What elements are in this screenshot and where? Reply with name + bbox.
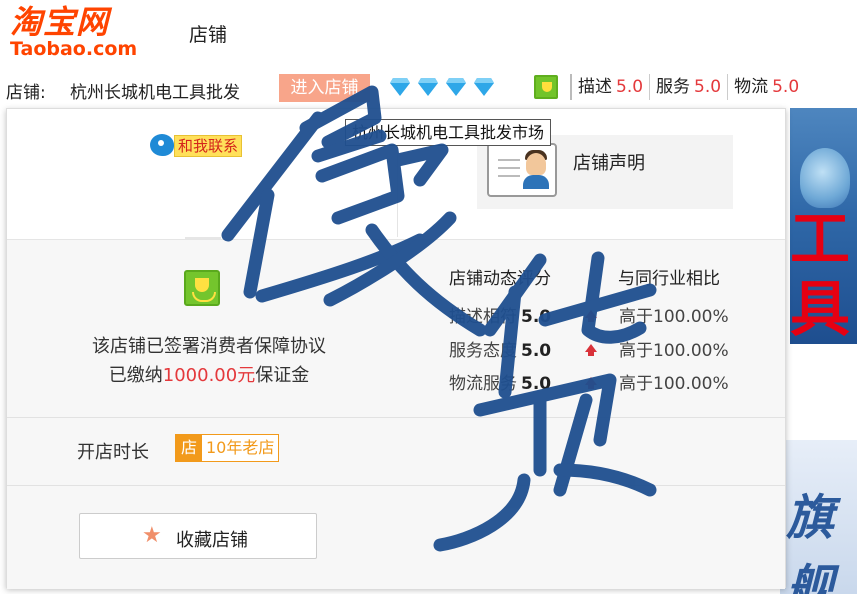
rating-value: 5.0: [694, 77, 722, 97]
shop-ratings: 描述 5.0 服务 5.0 物流 5.0: [570, 74, 805, 102]
favorite-shop-label: 收藏店铺: [176, 530, 248, 551]
deposit-amount: 1000.00元: [162, 365, 256, 386]
taobao-logo[interactable]: 淘宝网 Taobao.com: [8, 3, 148, 60]
rating-label: 描述: [578, 77, 612, 97]
rating-label: 服务: [656, 77, 691, 97]
shop-label: 店铺:: [6, 83, 46, 103]
avatar-body: [523, 175, 549, 189]
logo-english: Taobao.com: [10, 38, 138, 60]
line: [498, 175, 520, 177]
guarantee-text: 该店铺已签署消费者保障协议: [92, 336, 326, 357]
dsr-score: 5.0: [521, 307, 552, 327]
dsr-row-logistics: 物流服务 5.0: [449, 369, 551, 395]
diamond-icon: [474, 78, 494, 96]
compare-value: 高于100.00%: [619, 307, 729, 327]
dsr-label: 物流服务: [449, 374, 517, 394]
favorite-shop-button[interactable]: ★ 收藏店铺: [79, 513, 317, 559]
arrow-up-icon: [585, 377, 597, 389]
shop-age-section: 开店时长 店 10年老店: [7, 417, 785, 485]
dsr-score: 5.0: [521, 374, 552, 394]
favorite-section: ★ 收藏店铺: [7, 485, 785, 589]
page: 淘宝网 Taobao.com 店铺 店铺: 杭州长城机电工具批发 进入店铺 描述…: [0, 0, 857, 594]
avatar-face: [526, 153, 546, 175]
shop-notice-link[interactable]: 店铺声明: [477, 135, 733, 209]
dsr-label: 描述相符: [449, 307, 517, 327]
enter-shop-button[interactable]: 进入店铺: [279, 74, 370, 102]
shop-info-popup: 和我联系 店铺声明 该店铺已签署消费者保障协议 已缴纳1000.00元保证金 店…: [6, 108, 786, 589]
banner-bottom-text: 旗舰: [786, 490, 835, 594]
page-title: 店铺: [189, 24, 228, 46]
star-icon: ★: [142, 523, 162, 548]
dsr-score: 5.0: [521, 341, 552, 361]
deposit-suffix: 保证金: [255, 365, 310, 386]
wangwang-icon: [150, 134, 174, 156]
shop-icon: 店: [176, 435, 202, 461]
diamond-icon: [446, 78, 466, 96]
guarantee-and-rating-section: 该店铺已签署消费者保障协议 已缴纳1000.00元保证金 店铺动态评分 与同行业…: [7, 239, 785, 417]
deposit-prefix: 已缴纳: [108, 365, 163, 386]
consumer-protection-shield-icon[interactable]: [534, 75, 558, 99]
dsr-row-service: 服务态度 5.0: [449, 336, 551, 362]
rating-logistics: 物流 5.0: [727, 74, 805, 100]
rating-description: 描述 5.0: [570, 74, 649, 100]
logo-chinese: 淘宝网: [10, 3, 110, 41]
contact-label: 和我联系: [174, 135, 243, 157]
seller-rank-diamonds[interactable]: [389, 77, 501, 99]
notice-id-card-icon: [487, 143, 557, 197]
line: [498, 159, 520, 161]
shop-bar: 店铺: 杭州长城机电工具批发 进入店铺 描述 5.0 服务 5.0 物流 5.0: [0, 72, 857, 174]
banner-water-drop-image: [800, 148, 850, 208]
compare-value: 高于100.00%: [619, 374, 729, 394]
arrow-up-icon: [585, 344, 597, 356]
shop-name-tooltip: 杭州长城机电工具批发市场: [345, 119, 552, 146]
shop-age-text: 10年老店: [206, 438, 275, 457]
diamond-icon: [418, 78, 438, 96]
dsr-row-description: 描述相符 5.0: [449, 302, 551, 328]
shop-age-label: 开店时长: [77, 442, 149, 463]
diamond-icon: [390, 78, 410, 96]
rating-value: 5.0: [616, 77, 644, 97]
rating-service: 服务 5.0: [649, 74, 727, 100]
compare-value: 高于100.00%: [619, 341, 729, 361]
line: [498, 167, 520, 169]
consumer-protection-shield-icon: [184, 270, 220, 306]
banner-text: 工具: [790, 205, 850, 345]
shop-name-link[interactable]: 杭州长城机电工具批发: [70, 78, 240, 103]
rating-value: 5.0: [772, 77, 800, 97]
rating-label: 物流: [734, 77, 769, 97]
shop-notice-label: 店铺声明: [573, 153, 645, 174]
compare-header: 与同行业相比: [618, 269, 720, 289]
dsr-header: 店铺动态评分: [449, 269, 551, 289]
shop-age-badge: 店 10年老店: [175, 434, 280, 462]
dsr-label: 服务态度: [449, 341, 517, 361]
deposit-text: 已缴纳1000.00元保证金: [7, 361, 411, 387]
arrow-up-icon: [585, 310, 597, 322]
